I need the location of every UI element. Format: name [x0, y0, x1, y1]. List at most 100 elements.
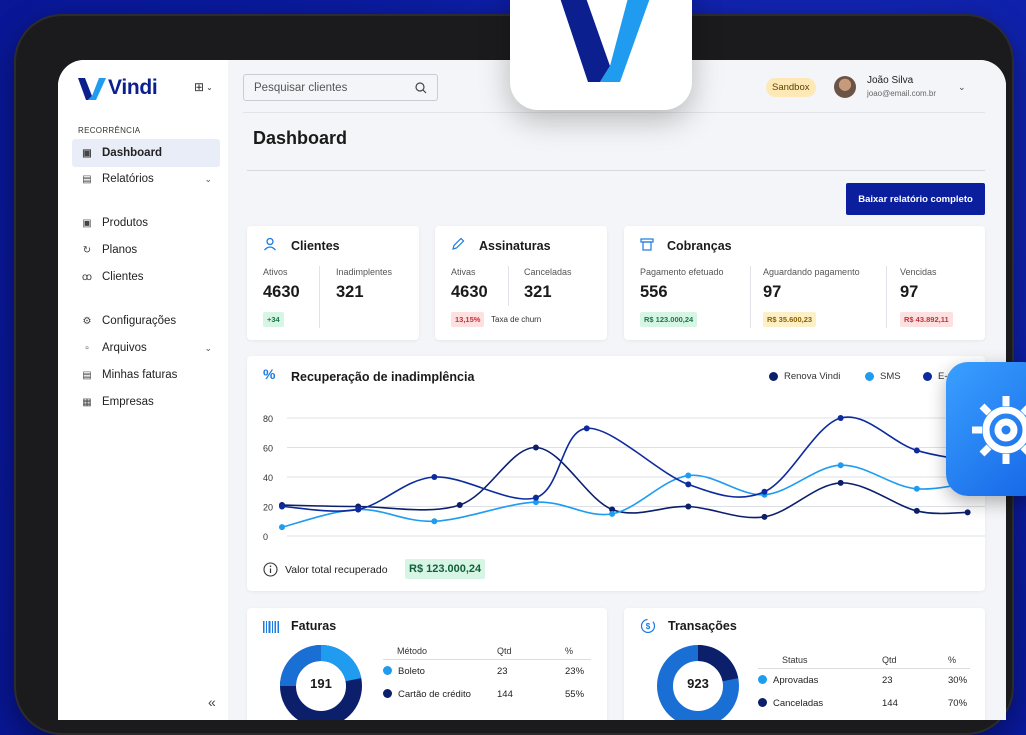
y-tick-label: 20: [263, 503, 273, 513]
divider: [886, 266, 887, 328]
total-recovered-label: Valor total recuperado: [285, 564, 388, 576]
column-header: Qtd: [882, 652, 948, 669]
legend-dot: [923, 372, 932, 381]
legend-dot: [769, 372, 778, 381]
data-point: [456, 502, 463, 509]
vindi-logo-icon: [78, 78, 106, 100]
search-input[interactable]: Pesquisar clientes: [243, 74, 438, 101]
chevron-down-icon: ⌄: [206, 82, 213, 92]
sidebar-item-minhas-faturas[interactable]: ▤ Minhas faturas: [72, 361, 220, 389]
sidebar-item-label: Relatórios: [102, 173, 154, 185]
sidebar: Vindi ⊞ ⌄ RECORRÊNCIA ▣ Dashboard ▤ Relat…: [58, 60, 228, 720]
canceladas-value: 321: [524, 283, 552, 301]
row-qtd: 144: [497, 689, 513, 700]
data-point: [837, 479, 844, 486]
column-header: Método: [383, 643, 497, 660]
table-row[interactable]: Boleto 23 23%: [383, 660, 591, 684]
sidebar-item-empresas[interactable]: ▦ Empresas: [72, 388, 220, 416]
cycle-icon: ↻: [82, 244, 92, 256]
environment-badge: Sandbox: [766, 78, 816, 97]
chevron-down-icon[interactable]: ⌄: [958, 82, 966, 93]
data-point: [279, 524, 285, 531]
column-header: Qtd: [497, 643, 565, 660]
table-row[interactable]: Aprovadas 23 30%: [758, 669, 970, 693]
sidebar-item-relatorios[interactable]: ▤ Relatórios ⌄: [72, 165, 220, 193]
sidebar-item-configuracoes[interactable]: ⚙ Configurações: [72, 307, 220, 335]
download-report-button[interactable]: Baixar relatório completo: [846, 183, 985, 215]
card-title: Cobranças: [667, 239, 732, 253]
sidebar-item-planos[interactable]: ↻ Planos: [72, 236, 220, 264]
row-qtd: 144: [882, 698, 898, 709]
sidebar-item-dashboard[interactable]: ▣ Dashboard: [72, 139, 220, 167]
collapse-sidebar-button[interactable]: «: [208, 694, 216, 710]
ativos-label: Ativos: [263, 267, 288, 277]
card-transacoes: $ Transações 923 Status Qtd % Aprovadas …: [624, 608, 985, 720]
card-title: Assinaturas: [479, 239, 551, 253]
header-divider: [243, 112, 985, 113]
legend-dot: [758, 675, 767, 684]
building-icon: ▦: [82, 396, 92, 408]
card-title: Clientes: [291, 239, 340, 253]
sidebar-item-produtos[interactable]: ▣ Produtos: [72, 209, 220, 237]
vencidas-amount-badge: R$ 43.892,11: [900, 312, 953, 327]
pencil-icon: [452, 237, 465, 250]
barcode-icon: [263, 621, 279, 633]
sidebar-item-label: Minhas faturas: [102, 369, 178, 381]
total-recovered-value: R$ 123.000,24: [405, 559, 486, 579]
table-row[interactable]: Cartão de crédito 144 55%: [383, 683, 591, 706]
sidebar-item-clientes[interactable]: ꝏ Clientes: [72, 263, 220, 291]
aguardando-label: Aguardando pagamento: [763, 267, 860, 277]
sidebar-item-label: Dashboard: [102, 147, 163, 159]
legend-sms[interactable]: SMS: [865, 371, 901, 382]
column-header: %: [565, 643, 591, 660]
dashboard-icon: ▣: [82, 147, 92, 159]
pago-label: Pagamento efetuado: [640, 267, 724, 277]
data-point: [761, 488, 768, 495]
avatar[interactable]: [834, 76, 856, 98]
data-point: [532, 444, 539, 451]
transacoes-total: 923: [687, 676, 709, 691]
row-pct: 55%: [565, 689, 585, 700]
data-point: [964, 509, 971, 516]
brand-logo[interactable]: Vindi: [78, 74, 158, 102]
churn-badge: 13,15%: [451, 312, 485, 327]
data-point: [431, 518, 438, 525]
legend-dot: [383, 689, 392, 698]
data-point: [532, 494, 539, 501]
sidebar-item-arquivos[interactable]: ▫ Arquivos ⌄: [72, 334, 220, 362]
search-icon[interactable]: [415, 81, 427, 94]
legend-label: SMS: [880, 371, 901, 382]
table-row[interactable]: Canceladas 144 70%: [758, 692, 970, 715]
divider: [319, 266, 320, 328]
register-icon: [640, 238, 654, 251]
data-point: [685, 481, 692, 488]
y-tick-label: 0: [263, 532, 268, 542]
data-point: [761, 513, 768, 520]
sidebar-item-label: Empresas: [102, 396, 154, 408]
series-line: [281, 446, 968, 519]
sidebar-item-label: Configurações: [102, 315, 177, 327]
legend-renova[interactable]: Renova Vindi: [769, 371, 840, 382]
row-qtd: 23: [497, 666, 508, 677]
column-header: Status: [758, 652, 882, 669]
invoice-icon: ▤: [82, 369, 92, 381]
grid-icon: ⊞: [194, 80, 205, 94]
row-pct: 30%: [948, 675, 968, 686]
ativos-value: 4630: [263, 283, 300, 301]
data-point: [913, 447, 920, 454]
info-icon[interactable]: [263, 562, 278, 577]
card-faturas: Faturas 191 Método Qtd % Boleto 23 23% C…: [247, 608, 607, 720]
inadimplentes-label: Inadimplentes: [336, 267, 393, 277]
data-point: [685, 503, 692, 510]
data-point: [609, 510, 616, 517]
legend-dot: [865, 372, 874, 381]
floating-gear-tile: [946, 362, 1026, 496]
row-label: Canceladas: [773, 698, 824, 709]
user-name[interactable]: João Silva: [867, 75, 913, 86]
svg-text:$: $: [646, 622, 651, 631]
divider: [508, 266, 509, 306]
page-title: Dashboard: [253, 128, 348, 148]
apps-switcher-button[interactable]: ⊞ ⌄: [194, 80, 213, 94]
brand-name: Vindi: [108, 76, 158, 99]
ativas-label: Ativas: [451, 267, 476, 277]
